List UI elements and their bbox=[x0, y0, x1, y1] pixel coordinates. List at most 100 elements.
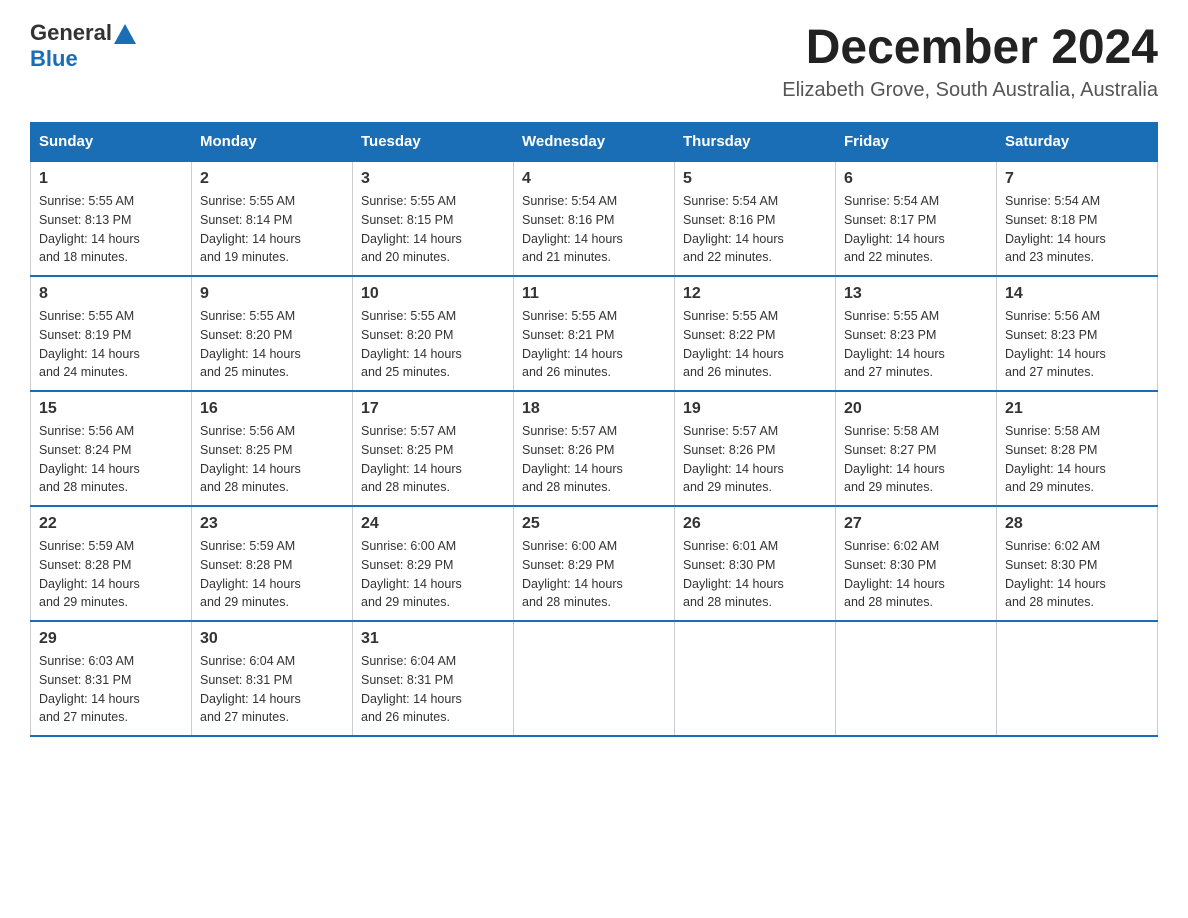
calendar-cell bbox=[675, 621, 836, 736]
day-number: 11 bbox=[522, 285, 666, 303]
calendar-cell: 16 Sunrise: 5:56 AM Sunset: 8:25 PM Dayl… bbox=[192, 391, 353, 506]
header-saturday: Saturday bbox=[997, 123, 1158, 162]
header-friday: Friday bbox=[836, 123, 997, 162]
day-info: Sunrise: 5:57 AM Sunset: 8:26 PM Dayligh… bbox=[683, 422, 827, 497]
calendar-cell: 30 Sunrise: 6:04 AM Sunset: 8:31 PM Dayl… bbox=[192, 621, 353, 736]
calendar-cell bbox=[514, 621, 675, 736]
day-info: Sunrise: 5:55 AM Sunset: 8:20 PM Dayligh… bbox=[200, 307, 344, 382]
calendar-cell: 26 Sunrise: 6:01 AM Sunset: 8:30 PM Dayl… bbox=[675, 506, 836, 621]
day-number: 28 bbox=[1005, 515, 1149, 533]
day-info: Sunrise: 5:56 AM Sunset: 8:24 PM Dayligh… bbox=[39, 422, 183, 497]
calendar-cell: 24 Sunrise: 6:00 AM Sunset: 8:29 PM Dayl… bbox=[353, 506, 514, 621]
title-section: December 2024 Elizabeth Grove, South Aus… bbox=[782, 20, 1158, 102]
calendar-cell: 10 Sunrise: 5:55 AM Sunset: 8:20 PM Dayl… bbox=[353, 276, 514, 391]
calendar-header-row: SundayMondayTuesdayWednesdayThursdayFrid… bbox=[31, 123, 1158, 162]
day-info: Sunrise: 5:58 AM Sunset: 8:27 PM Dayligh… bbox=[844, 422, 988, 497]
calendar-cell: 13 Sunrise: 5:55 AM Sunset: 8:23 PM Dayl… bbox=[836, 276, 997, 391]
calendar-week-row: 1 Sunrise: 5:55 AM Sunset: 8:13 PM Dayli… bbox=[31, 161, 1158, 276]
calendar-cell: 12 Sunrise: 5:55 AM Sunset: 8:22 PM Dayl… bbox=[675, 276, 836, 391]
calendar-cell: 28 Sunrise: 6:02 AM Sunset: 8:30 PM Dayl… bbox=[997, 506, 1158, 621]
day-number: 25 bbox=[522, 515, 666, 533]
day-number: 22 bbox=[39, 515, 183, 533]
day-info: Sunrise: 5:54 AM Sunset: 8:16 PM Dayligh… bbox=[683, 192, 827, 267]
day-number: 6 bbox=[844, 170, 988, 188]
calendar-cell: 7 Sunrise: 5:54 AM Sunset: 8:18 PM Dayli… bbox=[997, 161, 1158, 276]
day-number: 9 bbox=[200, 285, 344, 303]
day-number: 27 bbox=[844, 515, 988, 533]
day-number: 10 bbox=[361, 285, 505, 303]
calendar-cell: 29 Sunrise: 6:03 AM Sunset: 8:31 PM Dayl… bbox=[31, 621, 192, 736]
calendar-cell bbox=[997, 621, 1158, 736]
calendar-cell: 25 Sunrise: 6:00 AM Sunset: 8:29 PM Dayl… bbox=[514, 506, 675, 621]
day-info: Sunrise: 5:57 AM Sunset: 8:25 PM Dayligh… bbox=[361, 422, 505, 497]
day-number: 26 bbox=[683, 515, 827, 533]
day-info: Sunrise: 6:04 AM Sunset: 8:31 PM Dayligh… bbox=[200, 652, 344, 727]
day-number: 18 bbox=[522, 400, 666, 418]
day-number: 29 bbox=[39, 630, 183, 648]
day-number: 21 bbox=[1005, 400, 1149, 418]
calendar-cell: 14 Sunrise: 5:56 AM Sunset: 8:23 PM Dayl… bbox=[997, 276, 1158, 391]
day-number: 31 bbox=[361, 630, 505, 648]
day-info: Sunrise: 6:00 AM Sunset: 8:29 PM Dayligh… bbox=[361, 537, 505, 612]
day-info: Sunrise: 5:55 AM Sunset: 8:20 PM Dayligh… bbox=[361, 307, 505, 382]
calendar-cell: 20 Sunrise: 5:58 AM Sunset: 8:27 PM Dayl… bbox=[836, 391, 997, 506]
day-number: 8 bbox=[39, 285, 183, 303]
logo-general-text: General bbox=[30, 20, 112, 46]
day-info: Sunrise: 5:55 AM Sunset: 8:19 PM Dayligh… bbox=[39, 307, 183, 382]
calendar-cell: 4 Sunrise: 5:54 AM Sunset: 8:16 PM Dayli… bbox=[514, 161, 675, 276]
calendar-cell: 2 Sunrise: 5:55 AM Sunset: 8:14 PM Dayli… bbox=[192, 161, 353, 276]
day-number: 23 bbox=[200, 515, 344, 533]
day-info: Sunrise: 5:54 AM Sunset: 8:17 PM Dayligh… bbox=[844, 192, 988, 267]
calendar-cell: 27 Sunrise: 6:02 AM Sunset: 8:30 PM Dayl… bbox=[836, 506, 997, 621]
day-number: 5 bbox=[683, 170, 827, 188]
calendar-cell: 31 Sunrise: 6:04 AM Sunset: 8:31 PM Dayl… bbox=[353, 621, 514, 736]
logo-blue-text: Blue bbox=[30, 46, 78, 71]
calendar-week-row: 8 Sunrise: 5:55 AM Sunset: 8:19 PM Dayli… bbox=[31, 276, 1158, 391]
header-thursday: Thursday bbox=[675, 123, 836, 162]
day-number: 2 bbox=[200, 170, 344, 188]
calendar-week-row: 29 Sunrise: 6:03 AM Sunset: 8:31 PM Dayl… bbox=[31, 621, 1158, 736]
day-info: Sunrise: 6:02 AM Sunset: 8:30 PM Dayligh… bbox=[844, 537, 988, 612]
day-number: 1 bbox=[39, 170, 183, 188]
day-number: 14 bbox=[1005, 285, 1149, 303]
calendar-cell: 3 Sunrise: 5:55 AM Sunset: 8:15 PM Dayli… bbox=[353, 161, 514, 276]
calendar-cell: 21 Sunrise: 5:58 AM Sunset: 8:28 PM Dayl… bbox=[997, 391, 1158, 506]
calendar-cell: 5 Sunrise: 5:54 AM Sunset: 8:16 PM Dayli… bbox=[675, 161, 836, 276]
calendar-table: SundayMondayTuesdayWednesdayThursdayFrid… bbox=[30, 122, 1158, 737]
day-number: 15 bbox=[39, 400, 183, 418]
day-number: 16 bbox=[200, 400, 344, 418]
calendar-cell bbox=[836, 621, 997, 736]
day-info: Sunrise: 5:58 AM Sunset: 8:28 PM Dayligh… bbox=[1005, 422, 1149, 497]
day-info: Sunrise: 5:57 AM Sunset: 8:26 PM Dayligh… bbox=[522, 422, 666, 497]
day-number: 7 bbox=[1005, 170, 1149, 188]
calendar-cell: 22 Sunrise: 5:59 AM Sunset: 8:28 PM Dayl… bbox=[31, 506, 192, 621]
header-sunday: Sunday bbox=[31, 123, 192, 162]
day-info: Sunrise: 5:55 AM Sunset: 8:22 PM Dayligh… bbox=[683, 307, 827, 382]
calendar-cell: 6 Sunrise: 5:54 AM Sunset: 8:17 PM Dayli… bbox=[836, 161, 997, 276]
calendar-cell: 19 Sunrise: 5:57 AM Sunset: 8:26 PM Dayl… bbox=[675, 391, 836, 506]
calendar-cell: 18 Sunrise: 5:57 AM Sunset: 8:26 PM Dayl… bbox=[514, 391, 675, 506]
logo-triangle-icon bbox=[114, 24, 136, 44]
header-tuesday: Tuesday bbox=[353, 123, 514, 162]
calendar-cell: 8 Sunrise: 5:55 AM Sunset: 8:19 PM Dayli… bbox=[31, 276, 192, 391]
calendar-week-row: 22 Sunrise: 5:59 AM Sunset: 8:28 PM Dayl… bbox=[31, 506, 1158, 621]
calendar-cell: 17 Sunrise: 5:57 AM Sunset: 8:25 PM Dayl… bbox=[353, 391, 514, 506]
day-info: Sunrise: 5:56 AM Sunset: 8:23 PM Dayligh… bbox=[1005, 307, 1149, 382]
day-info: Sunrise: 6:00 AM Sunset: 8:29 PM Dayligh… bbox=[522, 537, 666, 612]
header-monday: Monday bbox=[192, 123, 353, 162]
month-title: December 2024 bbox=[782, 20, 1158, 75]
day-info: Sunrise: 6:04 AM Sunset: 8:31 PM Dayligh… bbox=[361, 652, 505, 727]
calendar-week-row: 15 Sunrise: 5:56 AM Sunset: 8:24 PM Dayl… bbox=[31, 391, 1158, 506]
day-number: 19 bbox=[683, 400, 827, 418]
day-number: 17 bbox=[361, 400, 505, 418]
day-number: 30 bbox=[200, 630, 344, 648]
header-wednesday: Wednesday bbox=[514, 123, 675, 162]
day-info: Sunrise: 5:55 AM Sunset: 8:21 PM Dayligh… bbox=[522, 307, 666, 382]
location-text: Elizabeth Grove, South Australia, Austra… bbox=[782, 79, 1158, 102]
day-info: Sunrise: 5:55 AM Sunset: 8:13 PM Dayligh… bbox=[39, 192, 183, 267]
day-info: Sunrise: 5:59 AM Sunset: 8:28 PM Dayligh… bbox=[39, 537, 183, 612]
day-info: Sunrise: 5:55 AM Sunset: 8:23 PM Dayligh… bbox=[844, 307, 988, 382]
day-info: Sunrise: 5:55 AM Sunset: 8:14 PM Dayligh… bbox=[200, 192, 344, 267]
day-info: Sunrise: 6:03 AM Sunset: 8:31 PM Dayligh… bbox=[39, 652, 183, 727]
calendar-cell: 11 Sunrise: 5:55 AM Sunset: 8:21 PM Dayl… bbox=[514, 276, 675, 391]
